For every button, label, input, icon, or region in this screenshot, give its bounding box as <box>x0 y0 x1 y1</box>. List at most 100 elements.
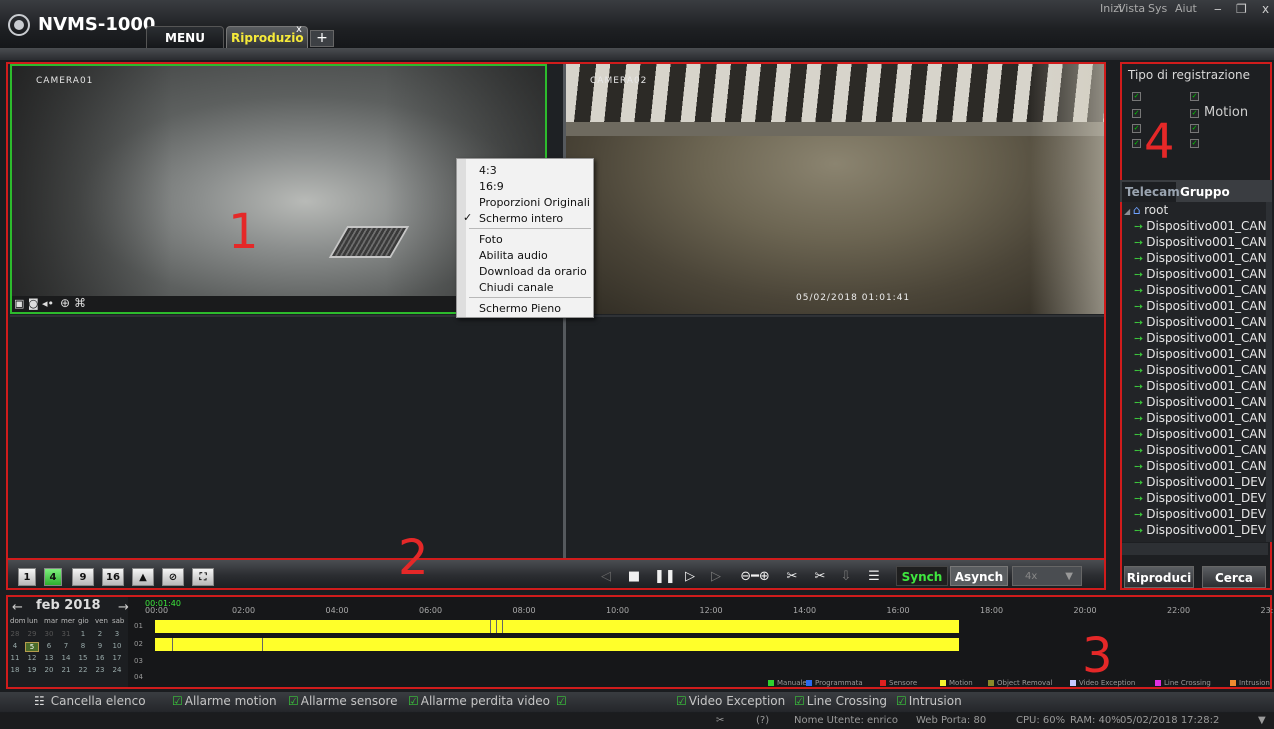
chevron-down-icon[interactable]: ▼ <box>1258 715 1266 726</box>
recording-bar[interactable] <box>155 638 959 651</box>
zoom-slider-icon[interactable]: ⊖━⊕ <box>734 568 776 586</box>
speed-select[interactable]: 4x ▼ <box>1012 566 1082 586</box>
close-window-icon[interactable]: x <box>1262 2 1269 16</box>
layout-9-button[interactable]: 9 <box>72 568 94 586</box>
pause-icon[interactable]: ❚❚ <box>654 568 676 586</box>
calendar-day[interactable]: 20 <box>42 666 56 674</box>
calendar-day[interactable]: 3 <box>110 630 124 638</box>
device-item[interactable]: ➙ Dispositivo001_CAN <box>1134 331 1270 345</box>
device-item[interactable]: ➙ Dispositivo001_CAN <box>1134 299 1270 313</box>
event-filter-checkbox[interactable]: ☑ Intrusion <box>896 694 962 708</box>
help-icon[interactable]: (?) <box>756 715 769 726</box>
device-item[interactable]: ➙ Dispositivo001_DEV <box>1134 475 1270 489</box>
tree-root[interactable]: ◢ ⌂ root <box>1124 203 1168 217</box>
close-tab-icon[interactable]: x <box>296 24 302 35</box>
asynch-button[interactable]: Asynch <box>950 566 1008 586</box>
close-all-icon[interactable]: ⊘ <box>162 568 184 586</box>
rec-type-checkbox[interactable]: ✓ <box>1132 109 1141 118</box>
menu-item-download[interactable]: Download da orario <box>479 263 587 280</box>
calendar-next-icon[interactable]: → <box>118 600 129 615</box>
rec-type-checkbox[interactable]: ✓ <box>1132 139 1141 148</box>
fullscreen-icon[interactable]: ⛶ <box>192 568 214 586</box>
calendar-day[interactable]: 6 <box>42 642 56 650</box>
event-filter-checkbox[interactable]: ☑ Video Exception <box>676 694 785 708</box>
tree-horizontal-scrollbar[interactable] <box>1122 543 1268 555</box>
list-icon[interactable]: ☰ <box>864 568 884 586</box>
audio-icon[interactable]: ◂• <box>42 297 54 310</box>
device-item[interactable]: ➙ Dispositivo001_CAN <box>1134 283 1270 297</box>
event-filter-checkbox[interactable]: ☑ Allarme perdita video <box>408 694 550 708</box>
calendar-day[interactable]: 31 <box>59 630 73 638</box>
rec-type-checkbox[interactable]: ✓ <box>1132 92 1141 101</box>
cut-icon[interactable]: ✂ <box>810 568 830 586</box>
menu-sys[interactable]: Sys <box>1148 2 1167 15</box>
calendar-day[interactable]: 11 <box>8 654 22 662</box>
tree-vertical-scrollbar[interactable] <box>1266 202 1272 542</box>
menu-vista[interactable]: Vista <box>1118 2 1145 15</box>
menu-item-4-3[interactable]: 4:3 <box>479 162 497 179</box>
calendar-day[interactable]: 5 <box>25 642 39 652</box>
minimize-icon[interactable]: ‒ <box>1214 2 1222 16</box>
rewind-icon[interactable]: ◁ <box>598 568 614 586</box>
calendar-day[interactable]: 8 <box>76 642 90 650</box>
calendar-day[interactable]: 2 <box>93 630 107 638</box>
calendar-day[interactable]: 9 <box>93 642 107 650</box>
rec-type-checkbox[interactable]: ✓ <box>1132 124 1141 133</box>
device-item[interactable]: ➙ Dispositivo001_CAN <box>1134 411 1270 425</box>
calendar-day[interactable]: 21 <box>59 666 73 674</box>
layout-16-button[interactable]: 16 <box>102 568 124 586</box>
device-item[interactable]: ➙ Dispositivo001_CAN <box>1134 347 1270 361</box>
calendar-day[interactable]: 29 <box>25 630 39 638</box>
device-item[interactable]: ➙ Dispositivo001_CAN <box>1134 315 1270 329</box>
menu-item-full-screen[interactable]: Schermo Pieno <box>479 300 561 317</box>
device-item[interactable]: ➙ Dispositivo001_CAN <box>1134 363 1270 377</box>
stop-icon[interactable]: ■ <box>626 568 642 586</box>
calendar-day[interactable]: 30 <box>42 630 56 638</box>
device-item[interactable]: ➙ Dispositivo001_DEV <box>1134 507 1270 521</box>
layout-custom-icon[interactable]: ▲ <box>132 568 154 586</box>
calendar-day[interactable]: 7 <box>59 642 73 650</box>
clear-list-button[interactable]: ☷ Cancella elenco <box>34 694 146 708</box>
calendar-day[interactable]: 12 <box>25 654 39 662</box>
event-filter-checkbox[interactable]: ☑ Allarme sensore <box>288 694 398 708</box>
calendar-day[interactable]: 15 <box>76 654 90 662</box>
synch-button[interactable]: Synch <box>896 566 948 586</box>
menu-aiut[interactable]: Aiut <box>1175 2 1197 15</box>
calendar-day[interactable]: 1 <box>76 630 90 638</box>
device-item[interactable]: ➙ Dispositivo001_CAN <box>1134 251 1270 265</box>
fit-icon[interactable]: ⌘ <box>74 296 86 310</box>
calendar-day[interactable]: 4 <box>8 642 22 650</box>
camera-icon[interactable]: ◙ <box>28 297 39 310</box>
device-item[interactable]: ➙ Dispositivo001_CAN <box>1134 235 1270 249</box>
recording-bar[interactable] <box>155 620 959 633</box>
maximize-icon[interactable]: ❐ <box>1236 2 1247 16</box>
calendar-day[interactable]: 17 <box>110 654 124 662</box>
menu-item-fit-screen[interactable]: Schermo intero <box>479 210 563 227</box>
add-tab-button[interactable]: + <box>310 30 334 47</box>
calendar-day[interactable]: 22 <box>76 666 90 674</box>
tab-telecamere[interactable]: Telecam <box>1122 182 1180 202</box>
search-button[interactable]: Cerca <box>1202 566 1266 588</box>
device-item[interactable]: ➙ Dispositivo001_CAN <box>1134 459 1270 473</box>
calendar-day[interactable]: 16 <box>93 654 107 662</box>
snapshot-icon[interactable]: ▣ <box>14 297 24 310</box>
event-filter-checkbox[interactable]: ☑ Line Crossing <box>794 694 887 708</box>
motion-checkbox[interactable]: ✓ <box>1190 109 1199 118</box>
next-frame-icon[interactable]: ▷ <box>708 568 724 586</box>
device-item[interactable]: ➙ Dispositivo001_CAN <box>1134 219 1270 233</box>
calendar-day[interactable]: 10 <box>110 642 124 650</box>
rec-type-checkbox[interactable]: ✓ <box>1190 124 1199 133</box>
menu-item-close-channel[interactable]: Chiudi canale <box>479 279 554 296</box>
tab-gruppo[interactable]: Gruppo <box>1180 182 1244 202</box>
rec-type-checkbox[interactable]: ✓ <box>1190 92 1199 101</box>
menu-item-photo[interactable]: Foto <box>479 231 503 248</box>
calendar-day[interactable]: 24 <box>110 666 124 674</box>
calendar-day[interactable]: 23 <box>93 666 107 674</box>
event-filter-checkbox[interactable]: ☑ <box>556 694 569 708</box>
calendar-day[interactable]: 19 <box>25 666 39 674</box>
device-item[interactable]: ➙ Dispositivo001_CAN <box>1134 267 1270 281</box>
device-item[interactable]: ➙ Dispositivo001_CAN <box>1134 379 1270 393</box>
device-item[interactable]: ➙ Dispositivo001_CAN <box>1134 443 1270 457</box>
calendar-day[interactable]: 14 <box>59 654 73 662</box>
calendar-day[interactable]: 18 <box>8 666 22 674</box>
